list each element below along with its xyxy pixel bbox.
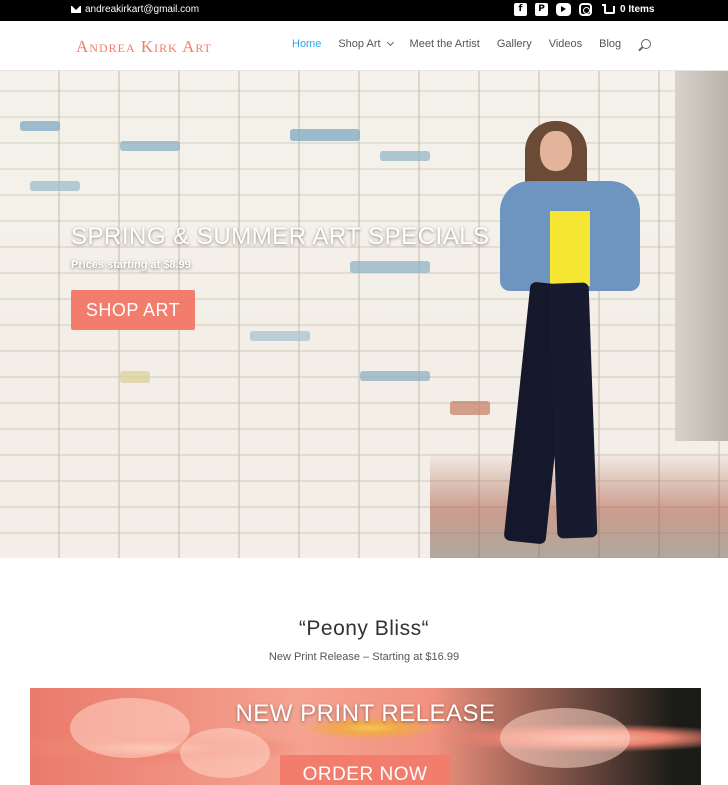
pinterest-icon[interactable]: P bbox=[535, 3, 548, 16]
instagram-icon[interactable] bbox=[579, 3, 592, 16]
search-icon[interactable] bbox=[641, 39, 651, 49]
shadow-area bbox=[675, 71, 728, 441]
cart-icon bbox=[602, 3, 615, 14]
feature-title: “Peony Bliss“ bbox=[298, 617, 430, 640]
banner-title: NEW PRINT RELEASE bbox=[235, 700, 496, 727]
paint-splash bbox=[120, 371, 150, 383]
nav-item-blog[interactable]: Blog bbox=[599, 38, 621, 50]
artist-photo bbox=[495, 121, 645, 558]
top-bar: andreakirkart@gmail.com f P 0 Items bbox=[0, 0, 728, 21]
paint-splash bbox=[20, 121, 60, 131]
facebook-icon[interactable]: f bbox=[514, 3, 527, 16]
hero-banner: SPRING & SUMMER ART SPECIALS Prices star… bbox=[0, 71, 728, 558]
artist-top bbox=[550, 211, 590, 286]
cart-link[interactable]: 0 Items bbox=[602, 3, 655, 15]
order-now-button[interactable]: ORDER NOW bbox=[280, 755, 450, 785]
nav-link-gallery[interactable]: Gallery bbox=[497, 38, 532, 50]
nav-link-videos[interactable]: Videos bbox=[549, 38, 582, 50]
site-header: Andrea Kirk Art Home Shop Art Meet the A… bbox=[0, 21, 728, 71]
hero-text: SPRING & SUMMER ART SPECIALS Prices star… bbox=[71, 223, 490, 271]
social-links: f P 0 Items bbox=[514, 3, 654, 16]
email-text: andreakirkart@gmail.com bbox=[85, 4, 200, 15]
paint-splash bbox=[450, 401, 490, 415]
main-nav: Home Shop Art Meet the Artist Gallery Vi… bbox=[292, 38, 638, 50]
chevron-down-icon bbox=[386, 38, 394, 47]
paint-splash bbox=[360, 371, 430, 381]
shop-art-button[interactable]: SHOP ART bbox=[71, 290, 195, 330]
paint-splash bbox=[380, 151, 430, 161]
nav-item-gallery[interactable]: Gallery bbox=[497, 38, 532, 50]
paint-splash bbox=[250, 331, 310, 341]
artist-face bbox=[540, 131, 572, 171]
nav-link-shop-art[interactable]: Shop Art bbox=[338, 38, 380, 50]
paint-splash bbox=[290, 129, 360, 141]
paint-splash bbox=[120, 141, 180, 151]
site-logo[interactable]: Andrea Kirk Art bbox=[76, 37, 212, 57]
nav-link-blog[interactable]: Blog bbox=[599, 38, 621, 50]
nav-link-home[interactable]: Home bbox=[292, 38, 321, 50]
nav-item-videos[interactable]: Videos bbox=[549, 38, 582, 50]
youtube-icon[interactable] bbox=[556, 3, 571, 16]
hero-subtitle: Prices starting at $8.99 bbox=[71, 259, 191, 271]
peony-banner: NEW PRINT RELEASE ORDER NOW bbox=[30, 688, 701, 785]
nav-item-shop-art[interactable]: Shop Art bbox=[338, 38, 394, 50]
nav-item-meet-the-artist[interactable]: Meet the Artist bbox=[410, 38, 480, 50]
nav-link-meet-the-artist[interactable]: Meet the Artist bbox=[410, 38, 480, 50]
nav-item-home[interactable]: Home bbox=[292, 38, 321, 50]
paint-splash bbox=[30, 181, 80, 191]
hero-title: SPRING & SUMMER ART SPECIALS bbox=[71, 223, 490, 250]
petal-shape bbox=[180, 728, 270, 778]
artist-leg bbox=[548, 282, 598, 539]
mail-icon bbox=[71, 6, 81, 13]
feature-subtitle: New Print Release – Starting at $16.99 bbox=[268, 651, 460, 663]
contact-email[interactable]: andreakirkart@gmail.com bbox=[71, 4, 199, 15]
cart-count: 0 Items bbox=[620, 4, 655, 15]
